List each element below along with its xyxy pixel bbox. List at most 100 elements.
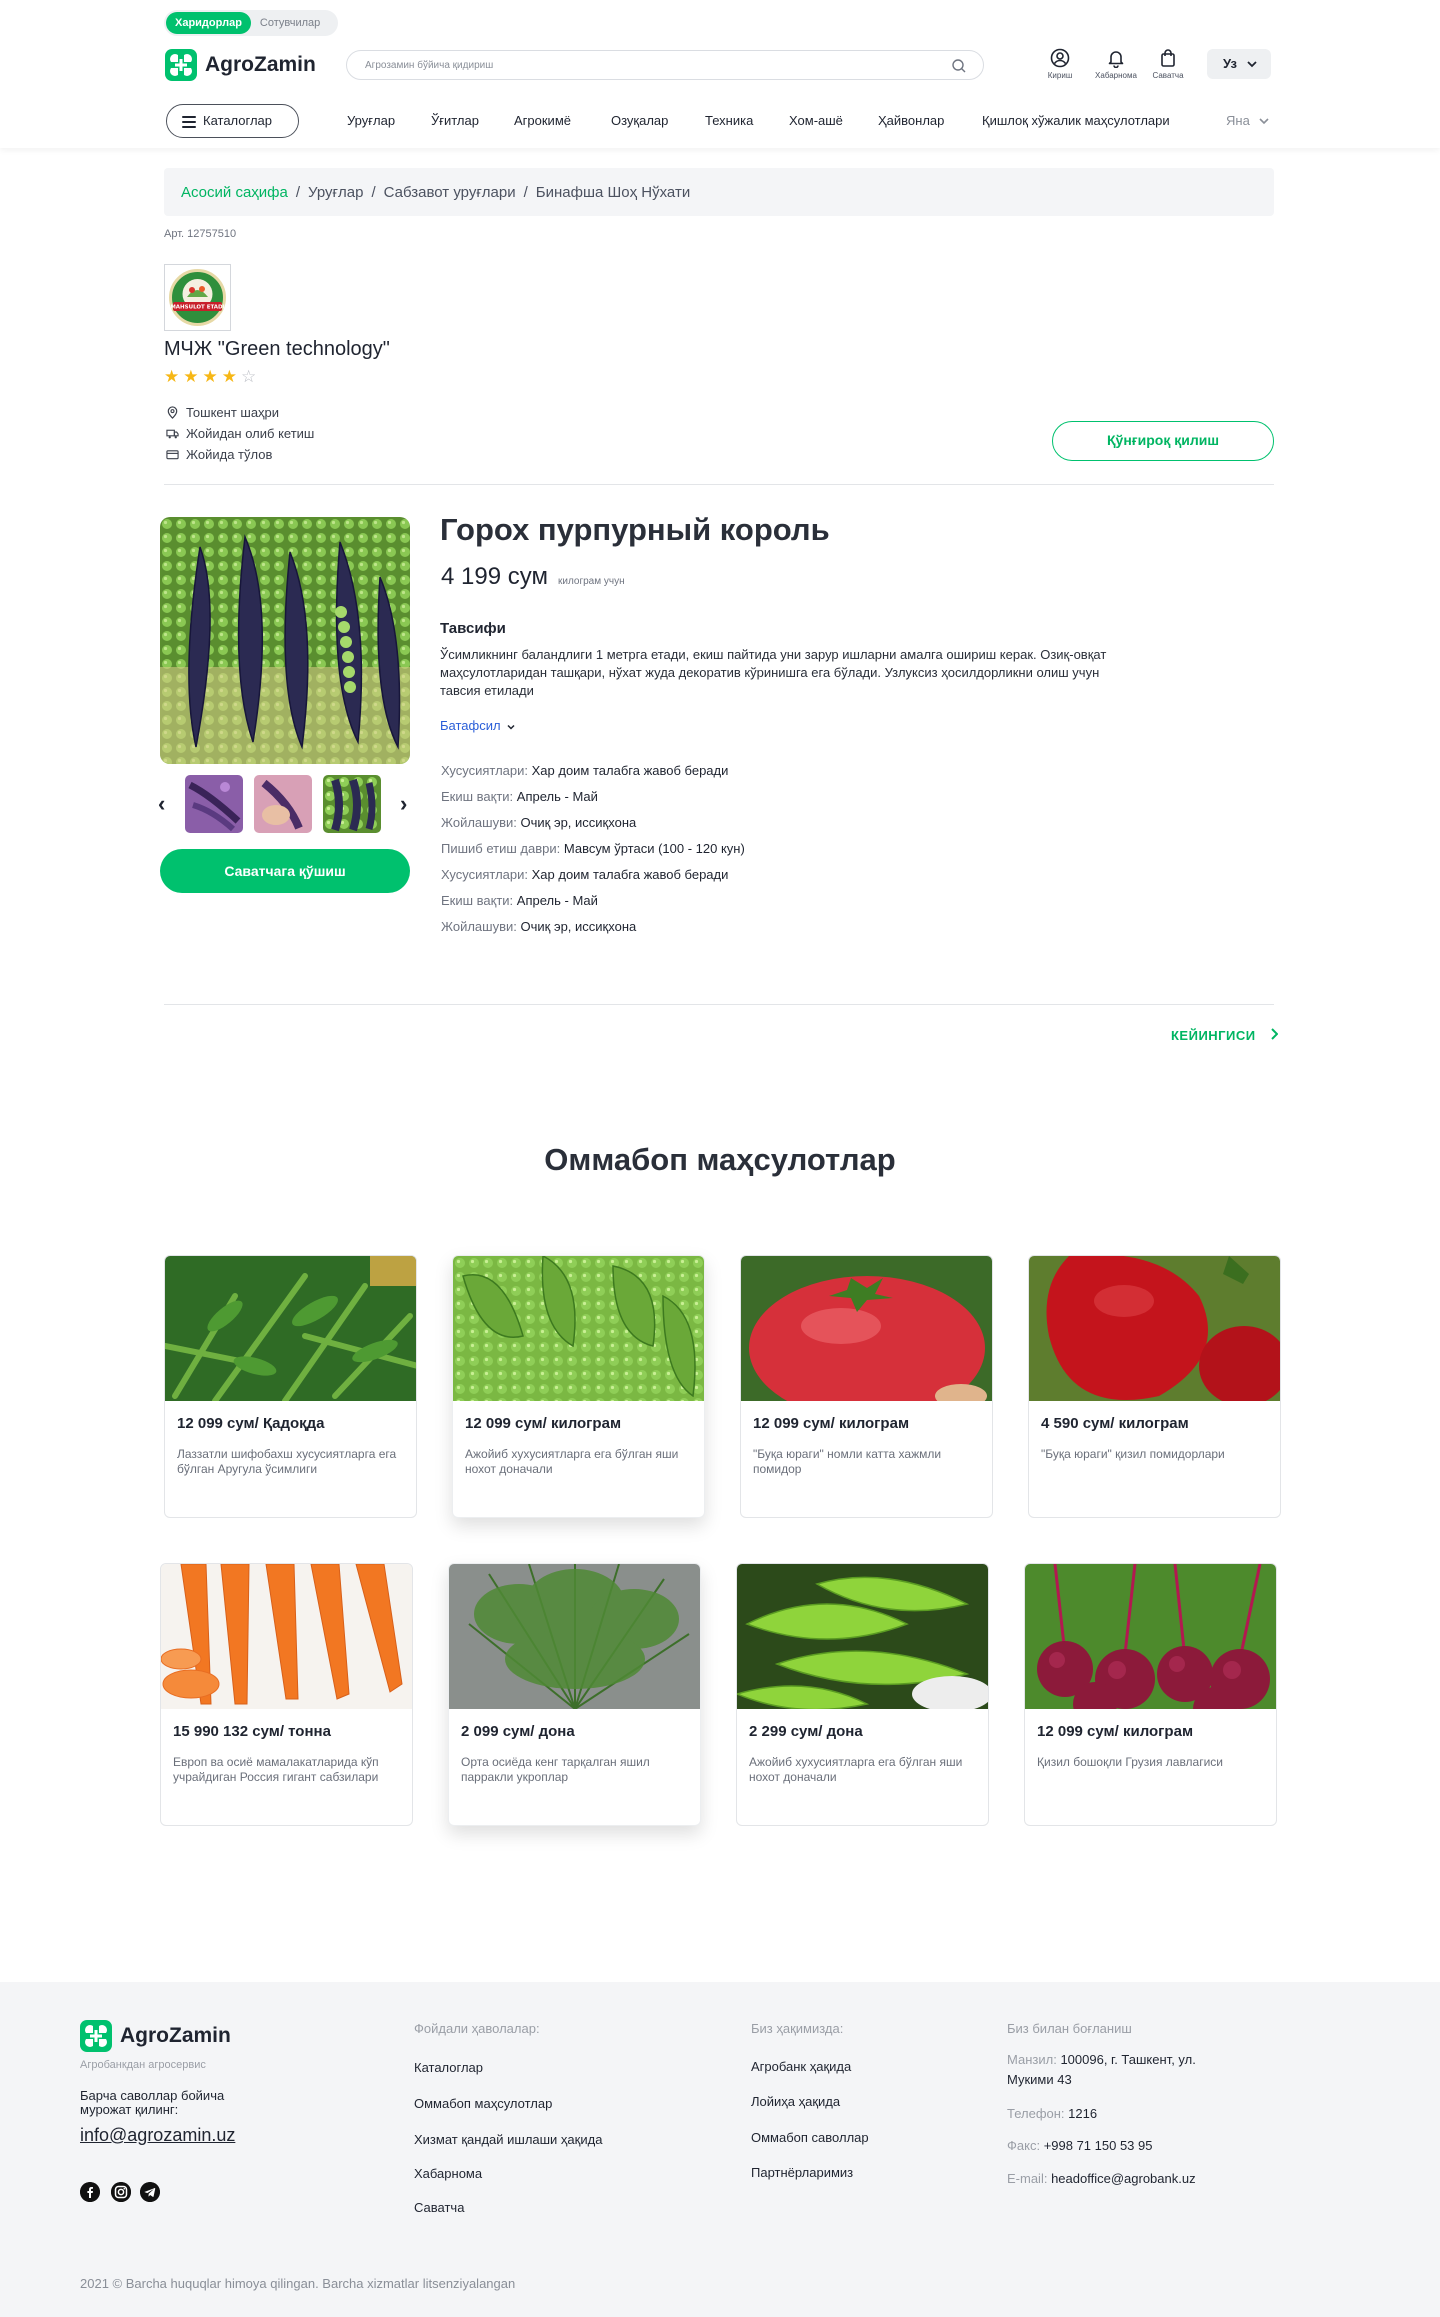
product-card-price: 15 990 132 сум/ тонна bbox=[173, 1723, 331, 1740]
beets-photo bbox=[1025, 1564, 1276, 1709]
call-button[interactable]: Қўнғироқ қилиш bbox=[1052, 421, 1274, 461]
nav-item-agro-products[interactable]: Қишлоқ хўжалик маҳсулотлари bbox=[982, 113, 1170, 128]
notifications-label: Хабарнома bbox=[1095, 71, 1137, 80]
footer-link[interactable]: Саватча bbox=[414, 2200, 464, 2215]
user-icon bbox=[1050, 48, 1070, 68]
facebook-icon[interactable] bbox=[80, 2182, 100, 2202]
nav-item-animals[interactable]: Ҳайвонлар bbox=[878, 113, 944, 128]
read-more-link[interactable]: Батафсил bbox=[440, 718, 515, 733]
next-product-link[interactable]: КЕЙИНГИСИ bbox=[1171, 1028, 1279, 1043]
nav-more[interactable]: Яна bbox=[1226, 113, 1270, 128]
spec-value: Мавсум ўртаси (100 - 120 кун) bbox=[563, 841, 745, 856]
footer-link[interactable]: Агробанк ҳақида bbox=[751, 2059, 851, 2074]
breadcrumb-separator: / bbox=[371, 183, 376, 201]
breadcrumb-home[interactable]: Асосий саҳифа bbox=[181, 184, 288, 201]
footer-link[interactable]: Хабарнома bbox=[414, 2166, 482, 2181]
login-button[interactable]: Кириш bbox=[1032, 48, 1088, 80]
divider bbox=[164, 484, 1274, 485]
next-label: КЕЙИНГИСИ bbox=[1171, 1028, 1256, 1043]
gallery-thumb[interactable] bbox=[254, 775, 312, 833]
gallery-thumb[interactable] bbox=[185, 775, 243, 833]
role-toggle: Харидорлар Сотувчилар bbox=[164, 10, 338, 36]
contact-key: Манзил: bbox=[1007, 2052, 1057, 2067]
spec-value: Хар доим талабга жавоб беради bbox=[531, 763, 729, 778]
footer-phone: Телефон: 1216 bbox=[1007, 2104, 1227, 2124]
product-card[interactable]: 2 099 сум/ дона Орта осиёда кенг тарқалг… bbox=[448, 1563, 701, 1826]
product-card[interactable]: 12 099 сум/ килограм Қизил бошоқли Грузи… bbox=[1024, 1563, 1277, 1826]
gallery-next-arrow[interactable]: › bbox=[400, 793, 407, 815]
footer-logo[interactable]: AgroZamin bbox=[80, 2020, 231, 2052]
breadcrumb-seeds[interactable]: Уруғлар bbox=[308, 184, 363, 201]
breadcrumb-separator: / bbox=[523, 183, 528, 201]
search-input[interactable] bbox=[365, 51, 945, 79]
product-card[interactable]: 12 099 сум/ Қадоқда Лаззатли шифобахш ху… bbox=[164, 1255, 417, 1518]
seller-name[interactable]: МЧЖ "Green technology" bbox=[164, 338, 390, 361]
footer-link[interactable]: Партнёрларимиз bbox=[751, 2165, 853, 2180]
footer-brand-name: AgroZamin bbox=[120, 2024, 231, 2047]
seller-pickup: Жойидан олиб кетиш bbox=[166, 426, 314, 441]
nav-item-machinery[interactable]: Техника bbox=[705, 113, 753, 128]
truck-icon bbox=[166, 429, 179, 439]
thumb-photo bbox=[323, 775, 381, 833]
spec-row: Екиш вақти: Апрель - Май bbox=[441, 893, 598, 908]
footer-contact-heading: Биз билан боғланиш bbox=[1007, 2021, 1132, 2036]
contact-value[interactable]: 1216 bbox=[1068, 2106, 1097, 2121]
popular-title: Оммабоп маҳсулотлар bbox=[544, 1142, 896, 1177]
product-card[interactable]: 2 299 сум/ дона Ажойиб хуxусиятларга ега… bbox=[736, 1563, 989, 1826]
footer-link[interactable]: Оммабоп маҳсулотлар bbox=[414, 2096, 552, 2111]
pea-pods-photo bbox=[737, 1564, 988, 1709]
product-card[interactable]: 12 099 сум/ килограм "Буқа юраги" номли … bbox=[740, 1255, 993, 1518]
product-card-image bbox=[165, 1256, 416, 1401]
product-card-price: 2 299 сум/ дона bbox=[749, 1723, 863, 1740]
instagram-icon[interactable] bbox=[111, 2182, 131, 2202]
product-card-desc: Қизил бошоқли Грузия лавлагиси bbox=[1037, 1755, 1224, 1769]
product-card[interactable]: 15 990 132 сум/ тонна Европ ва осиё мама… bbox=[160, 1563, 413, 1826]
catalog-label: Каталоглар bbox=[203, 113, 273, 128]
language-select[interactable]: Уз bbox=[1207, 49, 1271, 79]
footer-email-link[interactable]: info@agrozamin.uz bbox=[80, 2125, 235, 2146]
product-card-image bbox=[1029, 1256, 1280, 1401]
search-bar bbox=[346, 50, 984, 80]
brand-logo[interactable]: AgroZamin bbox=[165, 49, 316, 81]
footer-contact-prompt: Барча саволлар бойича мурожат қилинг: bbox=[80, 2088, 225, 2117]
seller-logo[interactable]: MAHSULOT ETADI bbox=[164, 264, 231, 331]
catalog-button[interactable]: Каталоглар bbox=[166, 104, 299, 138]
tab-sellers[interactable]: Сотувчилар bbox=[251, 12, 329, 34]
contact-value[interactable]: headoffice@agrobank.uz bbox=[1051, 2171, 1196, 2186]
logo-mark-icon bbox=[165, 49, 197, 81]
search-icon[interactable] bbox=[951, 58, 967, 74]
nav-item-raw[interactable]: Хом-ашё bbox=[789, 113, 843, 128]
add-to-cart-button[interactable]: Саватчага қўшиш bbox=[160, 849, 410, 893]
product-card[interactable]: 4 590 сум/ килограм "Буқа юраги" қизил п… bbox=[1028, 1255, 1281, 1518]
svg-text:MAHSULOT ETADI: MAHSULOT ETADI bbox=[170, 305, 224, 311]
footer-link[interactable]: Каталоглар bbox=[414, 2060, 483, 2075]
contact-key: Факс: bbox=[1007, 2138, 1041, 2153]
notifications-button[interactable]: Хабарнома bbox=[1088, 48, 1144, 80]
seller-pickup-text: Жойидан олиб кетиш bbox=[186, 426, 315, 441]
footer-link[interactable]: Оммабоп саволлар bbox=[751, 2130, 869, 2145]
nav-item-agrochem[interactable]: Агрокимё bbox=[514, 113, 571, 128]
login-label: Кириш bbox=[1047, 71, 1073, 80]
spec-value: Очиқ эр, иссиқхона bbox=[520, 919, 637, 934]
product-card[interactable]: 12 099 сум/ килограм Ажойиб хуxусиятларг… bbox=[452, 1255, 705, 1518]
cart-button[interactable]: Саватча bbox=[1140, 48, 1196, 80]
telegram-icon[interactable] bbox=[140, 2182, 160, 2202]
product-card-desc: Орта осиёда кенг тарқалган яшил парракли… bbox=[461, 1755, 650, 1784]
product-card-price: 12 099 сум/ Қадоқда bbox=[177, 1415, 325, 1432]
gallery-thumb[interactable] bbox=[323, 775, 381, 833]
nav-item-fertilizers[interactable]: Ўғитлар bbox=[431, 113, 479, 128]
footer-email: E-mail: headoffice@agrobank.uz bbox=[1007, 2169, 1227, 2189]
contact-value: +998 71 150 53 95 bbox=[1043, 2138, 1153, 2153]
gallery-prev-arrow[interactable]: ‹ bbox=[158, 793, 165, 815]
product-card-desc: Ажойиб хуxусиятларга ега бўлган яши нохо… bbox=[749, 1755, 963, 1784]
nav-item-seeds[interactable]: Уруғлар bbox=[347, 113, 395, 128]
tab-buyers[interactable]: Харидорлар bbox=[166, 12, 251, 34]
spec-key: Жойлашуви: bbox=[441, 919, 517, 934]
breadcrumb-vegetable-seeds[interactable]: Сабзавот уруғлари bbox=[384, 184, 516, 201]
spec-key: Жойлашуви: bbox=[441, 815, 517, 830]
footer-link[interactable]: Хизмат қандай ишлаши ҳақида bbox=[414, 2132, 602, 2147]
footer-link[interactable]: Лойиҳа ҳақида bbox=[751, 2094, 840, 2109]
chevron-down-icon bbox=[1259, 118, 1270, 125]
nav-item-feed[interactable]: Озуқалар bbox=[611, 113, 668, 128]
product-main-image[interactable] bbox=[160, 517, 410, 764]
